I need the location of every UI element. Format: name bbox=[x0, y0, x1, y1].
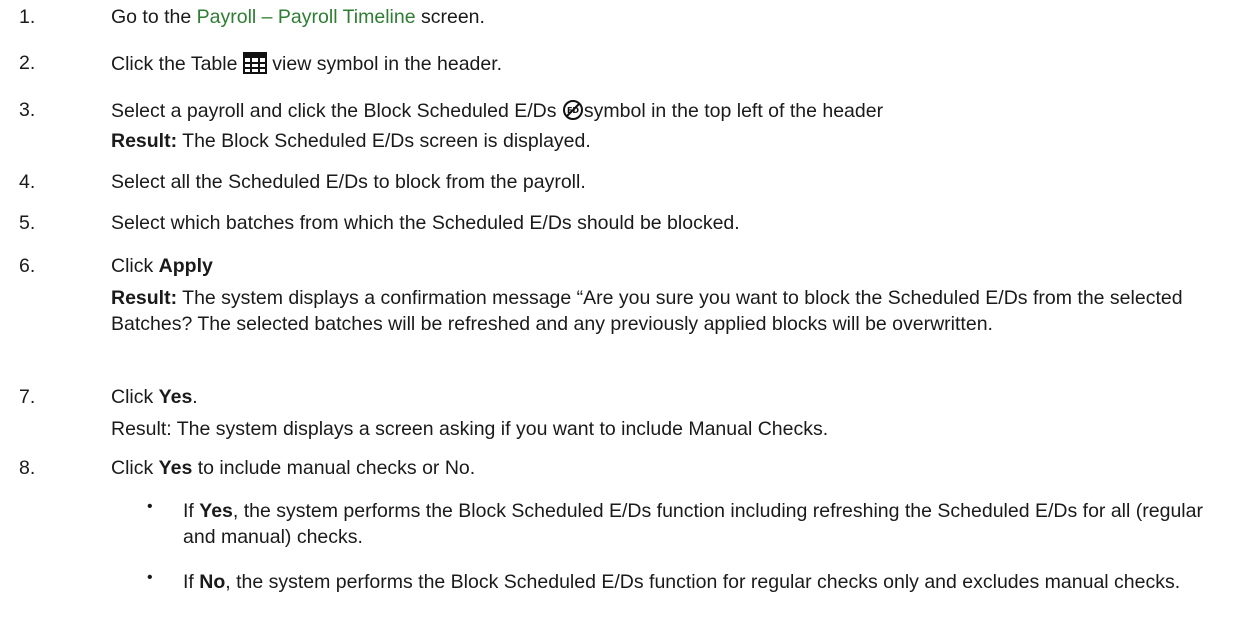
step-text-pre: Go to the bbox=[111, 6, 197, 28]
step-number: 5. bbox=[19, 212, 36, 234]
result-label: Result: bbox=[111, 130, 178, 152]
step-text: Select all the Scheduled E/Ds to block f… bbox=[111, 171, 586, 193]
step-text-post: to include manual checks or No. bbox=[192, 457, 476, 479]
svg-text:ED: ED bbox=[567, 106, 579, 115]
yes-label: Yes bbox=[158, 457, 193, 479]
table-grid-icon bbox=[242, 52, 267, 80]
step-number: 8. bbox=[19, 457, 36, 479]
bullet-text-pre: If bbox=[183, 571, 200, 593]
block-ed-icon: ED bbox=[562, 99, 584, 127]
bullet-text: If Yes, the system performs the Block Sc… bbox=[183, 498, 1213, 550]
step-text-post: view symbol in the header. bbox=[266, 53, 503, 75]
step-text: Select a payroll and click the Block Sch… bbox=[111, 99, 883, 127]
step-text: Click the Table view symbol in the heade… bbox=[111, 52, 502, 80]
step-text-pre: Select a payroll and click the Block Sch… bbox=[111, 100, 562, 122]
yes-label: Yes bbox=[158, 386, 193, 408]
bullet-text-post: , the system performs the Block Schedule… bbox=[225, 571, 1181, 593]
step-6-result: Result: The system displays a confirmati… bbox=[111, 285, 1211, 337]
step-text: Go to the Payroll – Payroll Timeline scr… bbox=[111, 6, 485, 29]
step-text-post: . bbox=[192, 386, 198, 408]
step-text-pre: Click the Table bbox=[111, 53, 243, 75]
step-3-result: Result: The Block Scheduled E/Ds screen … bbox=[111, 128, 1211, 154]
payroll-timeline-link[interactable]: Payroll – Payroll Timeline bbox=[197, 6, 416, 28]
bullet-text-post: , the system performs the Block Schedule… bbox=[183, 500, 1203, 548]
step-number: 7. bbox=[19, 386, 36, 408]
bullet-text-pre: If bbox=[183, 500, 200, 522]
step-text: Select which batches from which the Sche… bbox=[111, 212, 740, 234]
step-7-result: Result: The system displays a screen ask… bbox=[111, 418, 829, 440]
step-number: 3. bbox=[19, 99, 36, 121]
step-text-post: screen. bbox=[415, 6, 485, 28]
step-text: Click Apply bbox=[111, 255, 213, 278]
bullet-bold: No bbox=[199, 571, 226, 593]
result-label: Result: bbox=[111, 287, 178, 309]
step-text-post: symbol in the top left of the header bbox=[583, 100, 884, 122]
step-number: 2. bbox=[19, 52, 36, 74]
step-text-pre: Click bbox=[111, 386, 159, 408]
step-text-pre: Click bbox=[111, 255, 159, 277]
apply-label: Apply bbox=[158, 255, 213, 277]
bullet-icon: • bbox=[147, 498, 153, 515]
step-text: Click Yes. bbox=[111, 386, 198, 409]
result-text: The system displays a confirmation messa… bbox=[111, 287, 1183, 335]
step-text-pre: Click bbox=[111, 457, 159, 479]
bullet-icon: • bbox=[147, 569, 153, 586]
result-text: The Block Scheduled E/Ds screen is displ… bbox=[177, 130, 591, 152]
step-number: 1. bbox=[19, 6, 36, 28]
bullet-text: If No, the system performs the Block Sch… bbox=[183, 569, 1213, 595]
step-text: Click Yes to include manual checks or No… bbox=[111, 457, 475, 480]
step-number: 6. bbox=[19, 255, 36, 277]
step-number: 4. bbox=[19, 171, 36, 193]
bullet-bold: Yes bbox=[199, 500, 233, 522]
